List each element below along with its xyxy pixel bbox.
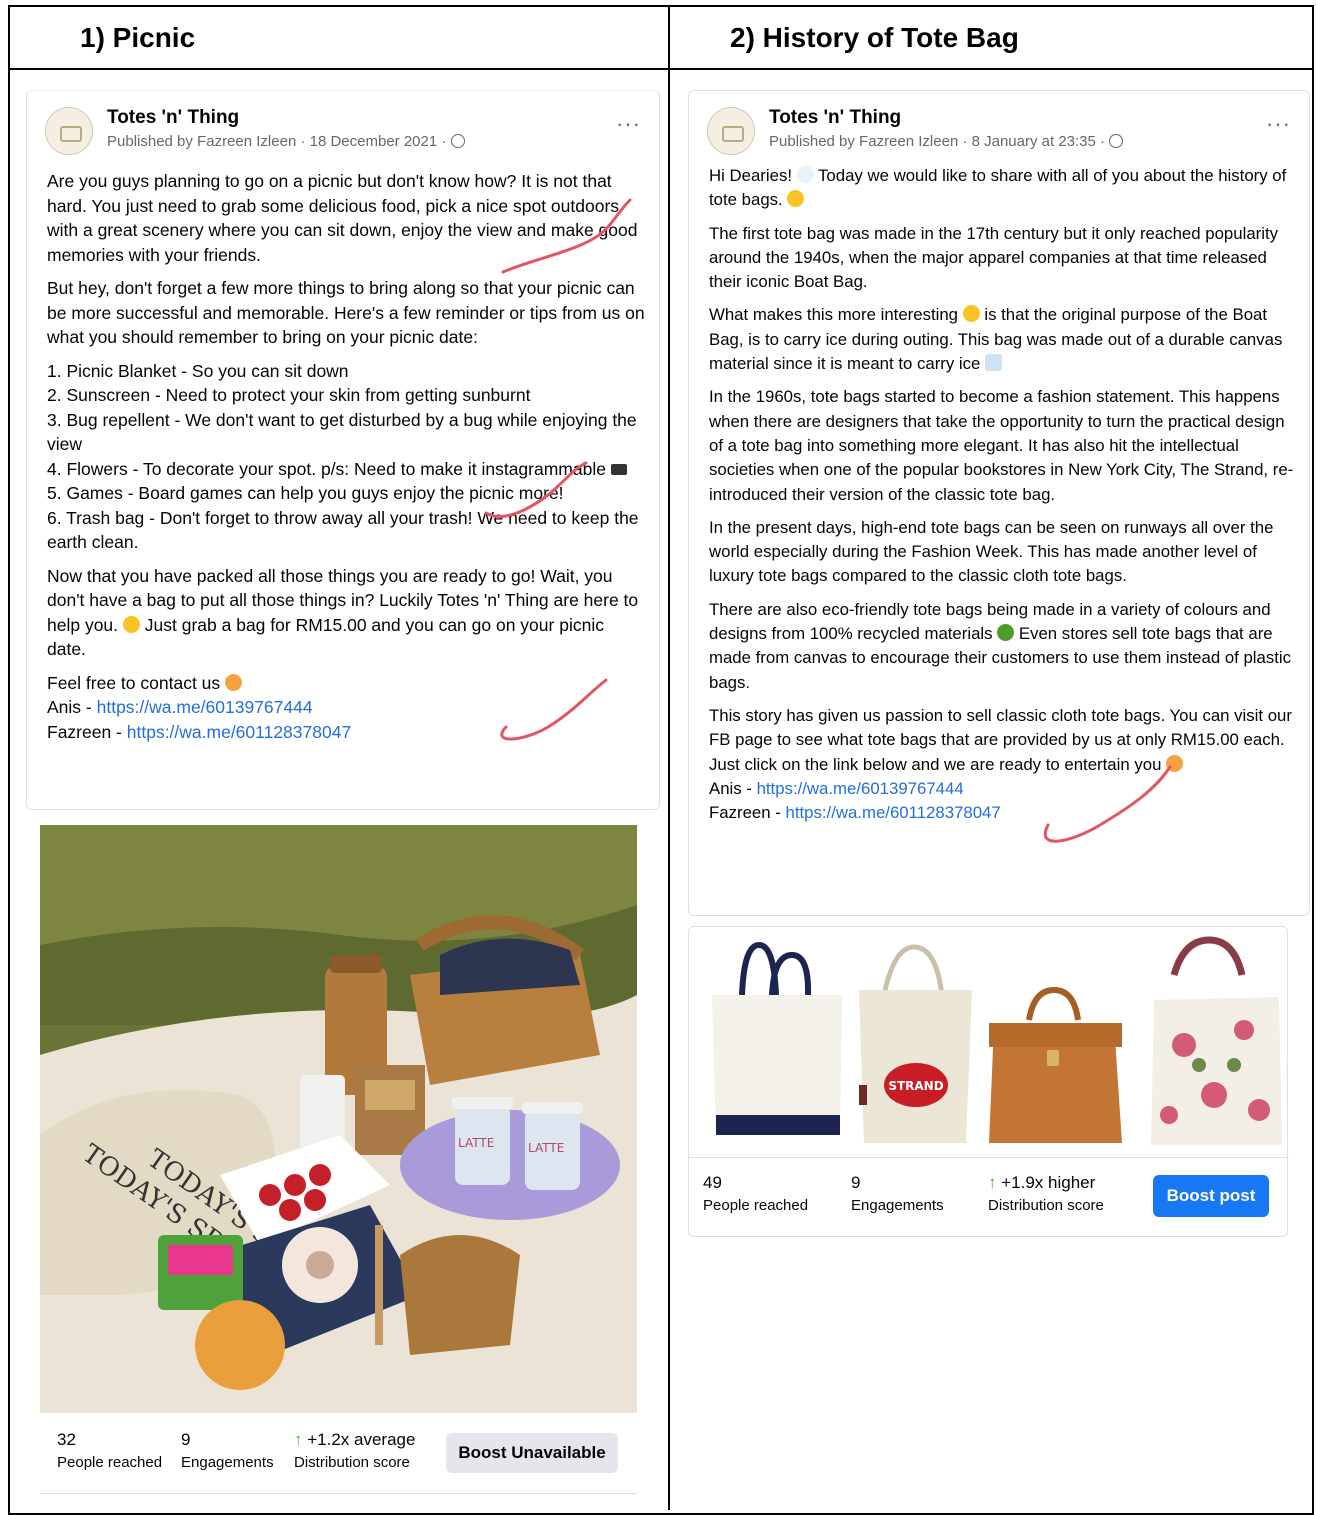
red-scribble-mark: [501, 198, 632, 274]
picnic-photo: TODAY'S SPECIAL TODAY'S SPECIAL LATTE LA…: [40, 825, 637, 1413]
paragraph: But hey, don't forget a few more things …: [47, 278, 645, 347]
post-header: Totes 'n' Thing Published by Fazreen Izl…: [707, 105, 1291, 155]
tree-emoji-icon: [997, 624, 1015, 642]
contact-label: Anis -: [47, 697, 97, 717]
people-reached-stat: 49 People reached: [703, 1173, 808, 1214]
column-title-history: 2) History of Tote Bag: [730, 22, 1019, 53]
paragraph: Now that you have packed all those thing…: [47, 564, 647, 662]
paragraph: What makes this more interesting is that…: [709, 303, 1294, 376]
post-insights: 49 People reached 9 Engagements ↑ +1.9x …: [703, 1173, 1283, 1228]
people-reached-value: 49: [703, 1173, 722, 1192]
thinking-emoji-icon: [962, 305, 980, 323]
contact-label: Anis -: [709, 778, 757, 798]
globe-icon: [1109, 134, 1124, 148]
red-scribble-mark: [1043, 765, 1172, 843]
page-name[interactable]: Totes 'n' Thing: [107, 107, 239, 129]
list-item: 3. Bug repellent - We don't want to get …: [47, 409, 637, 455]
post-header: Totes 'n' Thing Published by Fazreen Izl…: [45, 105, 641, 155]
tote-bags-photo: STRAND: [712, 936, 1282, 1145]
engagements-stat: 9 Engagements: [851, 1173, 944, 1214]
page-name[interactable]: Totes 'n' Thing: [769, 107, 901, 129]
engagements-value: 9: [181, 1430, 191, 1449]
byline-text: Published by Fazreen Izleen · 18 Decembe…: [107, 133, 447, 150]
post-byline: Published by Fazreen Izleen · 8 January …: [769, 133, 1124, 150]
engagements-label: Engagements: [181, 1454, 274, 1471]
engagements-stat: 9 Engagements: [181, 1430, 274, 1471]
ice-emoji-icon: [985, 354, 1003, 372]
post-byline: Published by Fazreen Izleen · 18 Decembe…: [107, 133, 465, 150]
fazreen-whatsapp-link[interactable]: https://wa.me/601128378047: [785, 803, 1000, 822]
distribution-text: +1.2x average: [307, 1430, 416, 1449]
heart-emoji-icon: [796, 166, 814, 183]
distribution-label: Distribution score: [988, 1197, 1104, 1214]
anis-whatsapp-link[interactable]: https://wa.me/60139767444: [757, 779, 964, 798]
people-reached-stat: 32 People reached: [57, 1430, 162, 1471]
column-divider: [668, 5, 670, 1510]
globe-icon: [450, 134, 465, 148]
column-title-picnic: 1) Picnic: [80, 22, 196, 53]
paragraph: In the present days, high-end tote bags …: [709, 517, 1274, 586]
post-insights: 32 People reached 9 Engagements ↑ +1.2x …: [57, 1430, 637, 1490]
paragraph: In the 1960s, tote bags started to becom…: [709, 387, 1294, 504]
arrow-up-icon: ↑: [988, 1173, 1002, 1192]
byline-text: Published by Fazreen Izleen · 8 January …: [769, 133, 1106, 150]
people-reached-value: 32: [57, 1430, 76, 1449]
distribution-label: Distribution score: [294, 1454, 410, 1471]
paragraph-text: Hi Dearies!: [709, 166, 792, 185]
boost-post-button[interactable]: Boost post: [1153, 1175, 1269, 1217]
distribution-stat: ↑ +1.9x higher Distribution score: [988, 1173, 1104, 1214]
divider: [40, 1493, 637, 1494]
fazreen-whatsapp-link[interactable]: https://wa.me/601128378047: [127, 722, 351, 742]
smile-emoji-icon: [122, 615, 140, 633]
cup-label-text: LATTE: [458, 1136, 494, 1150]
contact-text: Feel free to contact us: [47, 672, 221, 693]
distribution-text: +1.9x higher: [1001, 1173, 1096, 1192]
divider: [689, 1157, 1289, 1158]
love-emoji-icon: [225, 673, 243, 691]
people-reached-label: People reached: [703, 1197, 809, 1214]
engagements-value: 9: [851, 1173, 861, 1192]
distribution-stat: ↑ +1.2x average Distribution score: [294, 1430, 415, 1471]
header-divider: [8, 68, 1314, 70]
anis-whatsapp-link[interactable]: https://wa.me/60139767444: [97, 697, 313, 717]
paragraph-text: What makes this more interesting: [709, 305, 959, 325]
closing-block: This story has given us passion to sell …: [709, 704, 1294, 825]
contact-label: Fazreen -: [47, 721, 127, 742]
people-reached-label: People reached: [57, 1454, 163, 1471]
arrow-up-icon: ↑: [294, 1430, 308, 1449]
engagements-label: Engagements: [851, 1197, 944, 1214]
boost-unavailable-button[interactable]: Boost Unavailable: [446, 1433, 618, 1473]
paragraph: Hi Dearies! Today we would like to share…: [709, 164, 1294, 213]
cup-label-text: LATTE: [528, 1141, 564, 1155]
paragraph-text: This story has given us passion to sell …: [709, 705, 1292, 750]
list-item: 1. Picnic Blanket - So you can sit down: [47, 360, 349, 381]
camera-emoji-icon: [610, 463, 627, 475]
more-options-icon[interactable]: ···: [616, 111, 641, 137]
red-scribble-mark: [500, 678, 608, 741]
smile-emoji-icon: [787, 190, 805, 208]
more-options-icon[interactable]: ···: [1266, 111, 1291, 137]
strand-logo-text: STRAND: [888, 1079, 943, 1093]
contact-label: Fazreen -: [709, 803, 786, 823]
distribution-value: ↑ +1.9x higher: [988, 1173, 1104, 1193]
paragraph: There are also eco-friendly tote bags be…: [709, 598, 1294, 695]
tote-bags-card: STRAND 49 People reached 9 Engagements ↑…: [688, 926, 1289, 1237]
red-scribble-mark: [484, 461, 588, 518]
post-tote-history: Totes 'n' Thing Published by Fazreen Izl…: [688, 90, 1310, 916]
list-item: 2. Sunscreen - Need to protect your skin…: [47, 385, 531, 405]
post-body: Hi Dearies! Today we would like to share…: [709, 164, 1294, 825]
paragraph: The first tote bag was made in the 17th …: [709, 223, 1279, 292]
distribution-value: ↑ +1.2x average: [294, 1430, 415, 1450]
page-avatar[interactable]: [45, 107, 93, 155]
page-avatar[interactable]: [707, 107, 755, 155]
